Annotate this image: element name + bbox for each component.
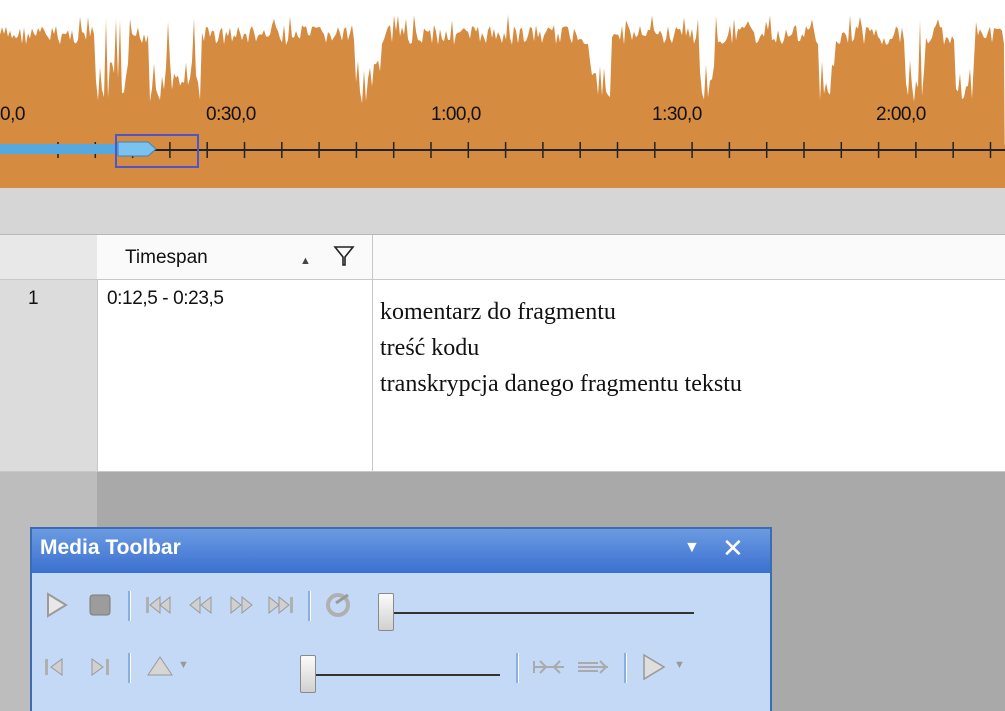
fast-forward-icon[interactable] — [226, 589, 258, 621]
waveform-scroll-strip[interactable] — [0, 188, 1005, 235]
shrink-icon[interactable] — [532, 651, 564, 683]
waveform-graphic — [0, 14, 1005, 188]
play-options-dropdown-icon[interactable]: ▼ — [674, 659, 685, 671]
volume-dropdown-icon[interactable]: ▼ — [178, 659, 189, 671]
volume-slider-track[interactable] — [300, 674, 500, 676]
content-line: treść kodu — [380, 335, 480, 361]
toolbar-separator — [516, 653, 519, 683]
loop-icon[interactable] — [322, 589, 354, 621]
timespan-value: 0:12,5 - 0:23,5 — [107, 288, 224, 309]
mark-end-icon[interactable] — [84, 651, 116, 683]
position-slider-thumb[interactable] — [378, 593, 394, 631]
table-row[interactable]: 1 0:12,5 - 0:23,5 komentarz do fragmentu… — [0, 280, 1005, 472]
filter-icon[interactable] — [333, 244, 355, 268]
toolbar-title: Media Toolbar — [40, 536, 181, 559]
column-header-content[interactable] — [373, 235, 1005, 279]
toolbar-row-playback — [32, 575, 770, 635]
grid-header: Timespan ▲ — [0, 235, 1005, 280]
column-header-timespan[interactable]: Timespan ▲ — [97, 235, 373, 279]
toolbar-separator — [308, 591, 311, 621]
position-slider-track[interactable] — [378, 612, 694, 614]
close-icon[interactable]: ✕ — [722, 533, 744, 564]
content-line: komentarz do fragmentu — [380, 299, 616, 325]
row-number-cell[interactable]: 1 — [0, 280, 98, 471]
row-number: 1 — [28, 288, 39, 309]
grid-corner — [0, 235, 98, 279]
column-header-label: Timespan — [125, 247, 208, 268]
sort-ascending-icon[interactable]: ▲ — [300, 255, 311, 267]
timespan-cell[interactable]: 0:12,5 - 0:23,5 — [97, 280, 373, 471]
extend-icon[interactable] — [576, 651, 608, 683]
content-cell[interactable]: komentarz do fragmentu treść kodu transk… — [380, 294, 1005, 402]
media-toolbar: Media Toolbar ▼ ✕ ▼ ▼ — [30, 527, 772, 711]
waveform-peaks — [0, 14, 1005, 188]
volume-icon[interactable] — [144, 651, 176, 683]
timeline-label: 1:00,0 — [431, 104, 481, 125]
content-line: transkrypcja danego fragmentu tekstu — [380, 371, 742, 397]
mark-start-icon[interactable] — [40, 651, 72, 683]
toolbar-separator — [624, 653, 627, 683]
timeline-label: 0:30,0 — [206, 104, 256, 125]
timeline-label: 1:30,0 — [652, 104, 702, 125]
toolbar-separator — [128, 653, 131, 683]
playhead-marker — [117, 141, 157, 157]
volume-slider-thumb[interactable] — [300, 655, 316, 693]
skip-end-icon[interactable] — [266, 589, 298, 621]
play-icon[interactable] — [40, 589, 72, 621]
dropdown-arrow-icon[interactable]: ▼ — [684, 539, 700, 557]
audio-waveform[interactable]: 0,0 0:30,0 1:00,0 1:30,0 2:00,0 — [0, 0, 1005, 188]
toolbar-row-marking: ▼ ▼ — [32, 637, 770, 697]
skip-start-icon[interactable] — [142, 589, 174, 621]
timeline-label: 2:00,0 — [876, 104, 926, 125]
toolbar-separator — [128, 591, 131, 621]
play-options-icon[interactable] — [638, 651, 670, 683]
timeline-label: 0,0 — [0, 104, 25, 125]
rewind-icon[interactable] — [184, 589, 216, 621]
stop-icon[interactable] — [84, 589, 116, 621]
toolbar-titlebar[interactable]: Media Toolbar ▼ ✕ — [32, 529, 770, 573]
